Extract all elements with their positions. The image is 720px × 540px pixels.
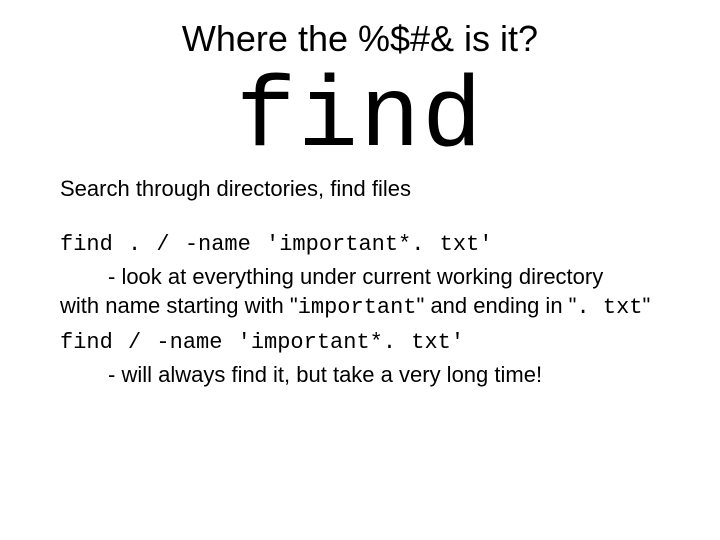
example-1-command: find . / -name 'important*. txt' (60, 232, 660, 257)
example-1-desc: - look at everything under current worki… (60, 263, 660, 322)
example-2-desc-text: - will always find it, but take a very l… (60, 361, 660, 390)
example-1-desc-line2-pre: with name starting with " (60, 293, 298, 318)
example-1-desc-line1: - look at everything under current worki… (60, 263, 660, 292)
command-name: find (60, 70, 660, 170)
example-2-desc: - will always find it, but take a very l… (60, 361, 660, 390)
subtitle: Search through directories, find files (60, 176, 660, 202)
example-2-command: find / -name 'important*. txt' (60, 330, 660, 355)
example-1-desc-line2-post: " (643, 293, 651, 318)
slide-title: Where the %$#& is it? (60, 18, 660, 60)
example-1-desc-line2-mono2: . txt (576, 295, 642, 320)
example-1-desc-line2-mid: " and ending in " (417, 293, 577, 318)
example-1-desc-line2-mono1: important (298, 295, 417, 320)
slide: Where the %$#& is it? find Search throug… (0, 0, 720, 390)
